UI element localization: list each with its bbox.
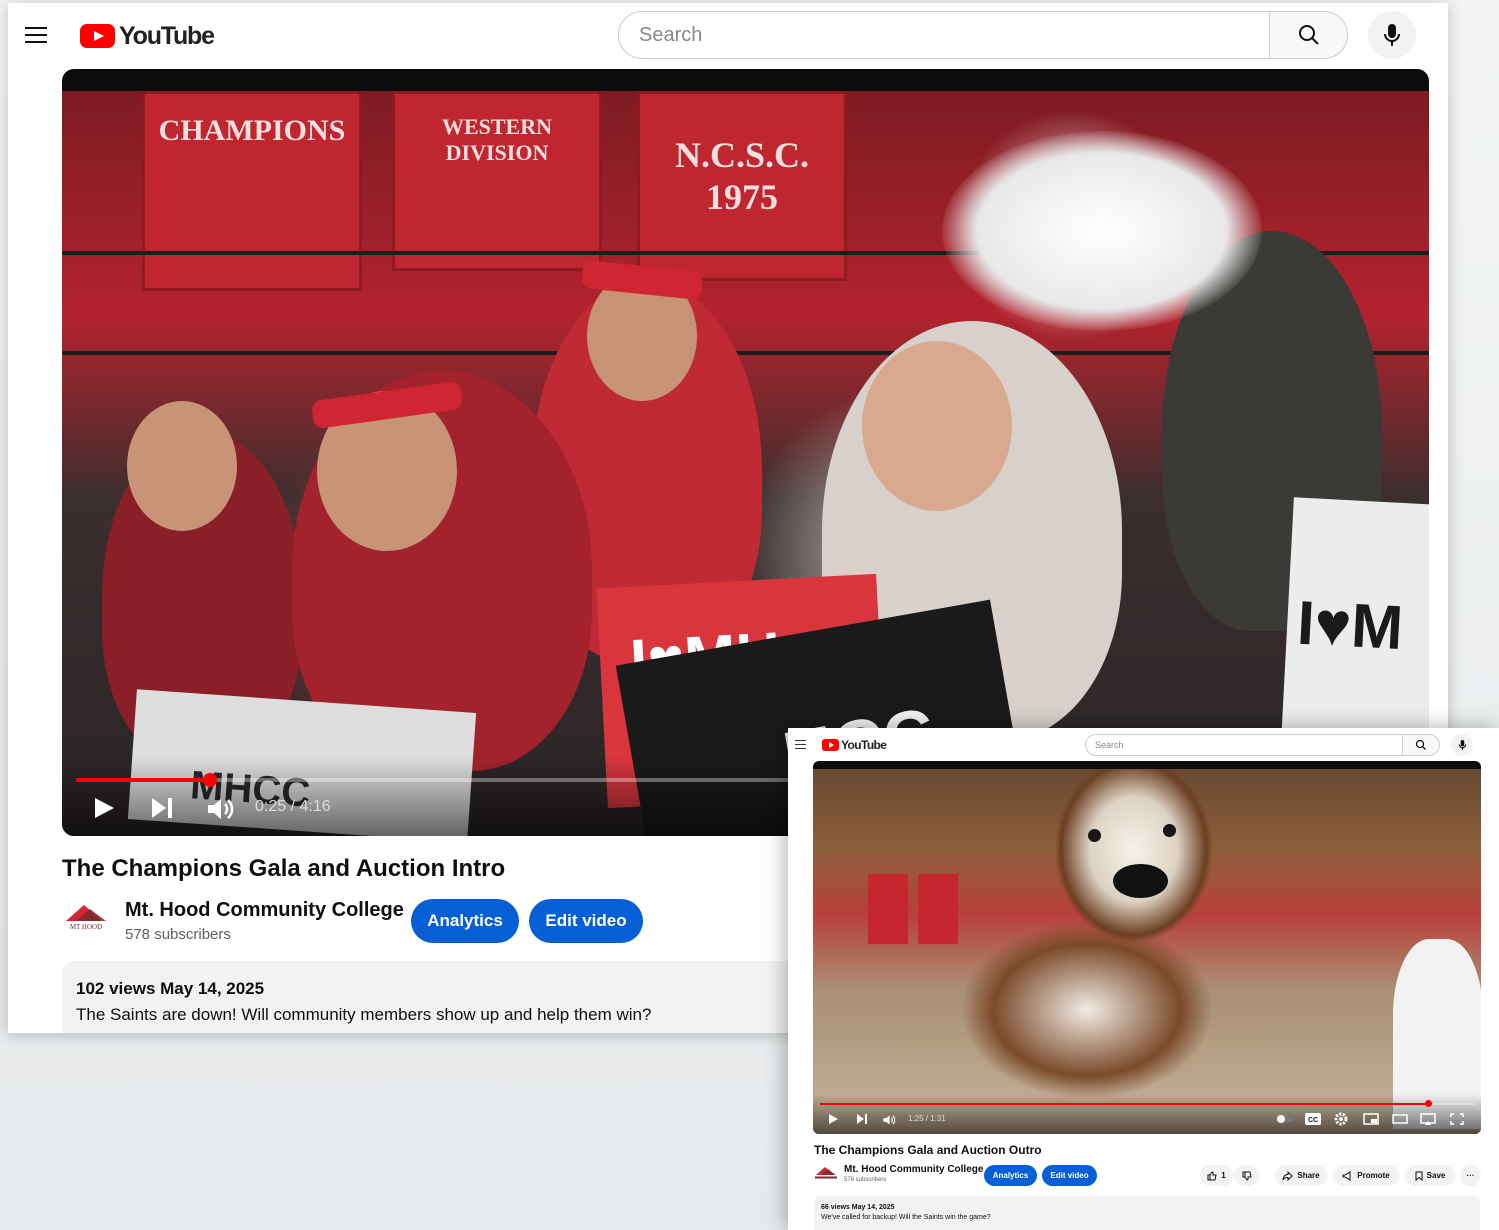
miniplayer-icon[interactable]	[1363, 1112, 1379, 1125]
captions-icon[interactable]: CC	[1305, 1112, 1321, 1125]
fan-sign: I♥M	[1280, 497, 1429, 765]
like-button[interactable]: 1	[1200, 1165, 1233, 1186]
search-input[interactable]	[639, 23, 1269, 47]
settings-gear-icon[interactable]	[1334, 1112, 1350, 1126]
more-actions-button[interactable]: ···	[1460, 1165, 1481, 1186]
description-text: We've called for backup! Will the Saints…	[821, 1214, 991, 1221]
promote-button[interactable]: Promote	[1333, 1165, 1399, 1186]
scrubber-handle[interactable]	[202, 773, 217, 787]
video-frame: CHAMPIONS WESTERN DIVISION N.C.S.C. 1975…	[62, 91, 1429, 836]
play-icon[interactable]	[95, 796, 117, 820]
analytics-button[interactable]: Analytics	[984, 1165, 1037, 1186]
progress-played	[76, 778, 210, 782]
gym-banner	[918, 874, 958, 944]
search-input[interactable]	[1095, 740, 1402, 750]
thumbs-up-icon	[1207, 1170, 1217, 1180]
like-count: 1	[1221, 1171, 1226, 1180]
more-icon: ···	[1466, 1171, 1475, 1180]
analytics-button[interactable]: Analytics	[411, 899, 519, 943]
share-button[interactable]: Share	[1275, 1165, 1327, 1186]
microphone-icon	[1384, 24, 1400, 46]
voice-search-button[interactable]	[1451, 734, 1473, 756]
progress-bar[interactable]	[820, 1100, 1474, 1107]
channel-name[interactable]: Mt. Hood Community College	[844, 1164, 983, 1175]
video-frame	[813, 769, 1481, 1134]
masthead: YouTube	[8, 3, 1448, 69]
logo-text: YouTube	[841, 738, 887, 752]
video-player[interactable]: CHAMPIONS WESTERN DIVISION N.C.S.C. 1975…	[62, 69, 1429, 836]
cast-icon[interactable]	[1420, 1112, 1436, 1125]
next-video-icon[interactable]	[152, 798, 174, 818]
fullscreen-icon[interactable]	[1450, 1112, 1466, 1125]
hamburger-menu-icon[interactable]	[25, 27, 47, 43]
volume-icon[interactable]	[883, 1113, 897, 1125]
gym-banner	[868, 874, 908, 944]
search-icon	[1415, 739, 1426, 750]
youtube-play-icon	[80, 24, 115, 48]
progress-played	[820, 1103, 1429, 1105]
channel-name[interactable]: Mt. Hood Community College	[125, 899, 404, 922]
edit-video-button[interactable]: Edit video	[1042, 1165, 1097, 1186]
edit-video-button[interactable]: Edit video	[529, 899, 643, 943]
promote-label: Promote	[1357, 1171, 1390, 1180]
youtube-logo[interactable]: YouTube	[822, 738, 887, 752]
autoplay-toggle-icon[interactable]	[1276, 1112, 1294, 1124]
mascot-nose	[1113, 864, 1168, 898]
logo-text: YouTube	[119, 21, 215, 50]
mascot-eye	[1163, 824, 1176, 837]
fan-head	[127, 401, 237, 531]
search-field[interactable]	[618, 11, 1270, 59]
dislike-button[interactable]	[1234, 1165, 1259, 1186]
player-controls: 1:25 / 1:31 CC	[813, 1094, 1481, 1134]
championship-banner: CHAMPIONS	[142, 91, 362, 291]
mascot-eye	[1088, 829, 1101, 842]
video-title: The Champions Gala and Auction Outro	[814, 1143, 1042, 1157]
youtube-play-icon	[822, 739, 839, 751]
video-player[interactable]: 1:25 / 1:31 CC	[813, 761, 1481, 1134]
next-video-icon[interactable]	[857, 1114, 868, 1124]
white-pompom	[942, 131, 1262, 331]
channel-avatar[interactable]	[814, 1165, 838, 1181]
microphone-icon	[1458, 740, 1466, 750]
scrubber-handle[interactable]	[1425, 1100, 1433, 1107]
view-count-date: 66 views May 14, 2025	[821, 1204, 895, 1211]
channel-avatar[interactable]: MT HOOD	[62, 901, 110, 933]
bookmark-icon	[1415, 1171, 1423, 1181]
search-field[interactable]	[1085, 734, 1403, 756]
share-icon	[1282, 1170, 1294, 1181]
svg-text:MT HOOD: MT HOOD	[70, 923, 102, 931]
save-label: Save	[1426, 1171, 1446, 1180]
video-title: The Champions Gala and Auction Intro	[62, 855, 506, 882]
time-display: 0:25 / 4:16	[255, 798, 331, 815]
subscriber-count: 578 subscribers	[844, 1177, 887, 1183]
fan-head	[862, 341, 1012, 511]
volume-icon[interactable]	[207, 798, 237, 820]
save-button[interactable]: Save	[1405, 1165, 1455, 1186]
megaphone-icon	[1342, 1170, 1351, 1181]
share-label: Share	[1297, 1171, 1320, 1180]
subscriber-count: 578 subscribers	[125, 926, 231, 943]
hamburger-menu-icon[interactable]	[795, 740, 806, 749]
theater-mode-icon[interactable]	[1392, 1112, 1408, 1124]
captions-label: CC	[1308, 1117, 1318, 1124]
time-display: 1:25 / 1:31	[908, 1114, 946, 1123]
play-icon[interactable]	[829, 1114, 838, 1124]
search-button[interactable]	[1403, 734, 1440, 756]
youtube-logo[interactable]: YouTube	[80, 21, 215, 51]
division-banner: WESTERN DIVISION	[392, 91, 602, 271]
search-button[interactable]	[1270, 11, 1348, 59]
voice-search-button[interactable]	[1368, 11, 1416, 59]
description-box[interactable]: 66 views May 14, 2025 We've called for b…	[814, 1196, 1480, 1230]
youtube-window-overlay: YouTube 1:25 / 1:31	[788, 728, 1499, 1230]
search-icon	[1298, 25, 1319, 45]
thumbs-down-icon	[1242, 1171, 1252, 1181]
